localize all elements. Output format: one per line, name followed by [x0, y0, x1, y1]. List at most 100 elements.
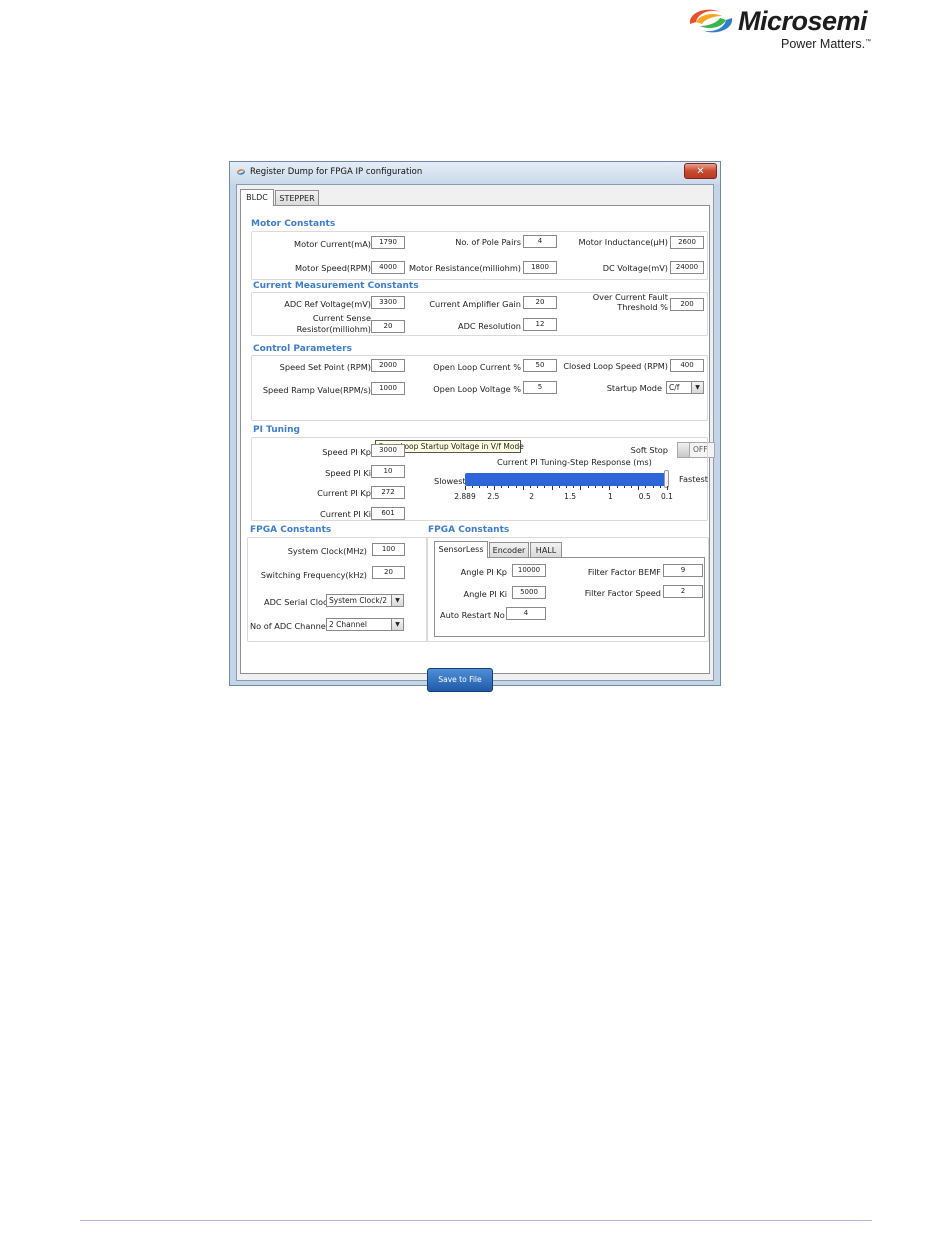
motor-speed-label: Motor Speed(RPM): [294, 263, 371, 273]
angle-ki-field[interactable]: 5000: [512, 586, 546, 599]
motor-resistance-label: Motor Resistance(milliohm): [408, 263, 521, 273]
open-loop-current-label: Open Loop Current %: [433, 362, 521, 372]
adc-resolution-field[interactable]: 12: [523, 318, 557, 331]
tab-stepper[interactable]: STEPPER: [275, 190, 319, 205]
slider-tick: [472, 486, 474, 488]
open-loop-current-field[interactable]: 50: [523, 359, 557, 372]
angle-kp-label: Angle PI Kp: [460, 567, 507, 577]
pole-pairs-field[interactable]: 4: [523, 235, 557, 248]
motor-current-label: Motor Current(mA): [294, 239, 371, 249]
filter-speed-field[interactable]: 2: [663, 585, 703, 598]
motor-inductance-field[interactable]: 2600: [670, 236, 704, 249]
motor-inductance-label: Motor Inductance(µH): [578, 237, 668, 247]
slider-tick: [616, 486, 618, 488]
slider-tick: [652, 486, 654, 488]
dc-voltage-label: DC Voltage(mV): [602, 263, 668, 273]
slider-tick: [551, 486, 553, 490]
chevron-down-icon[interactable]: ▼: [391, 595, 403, 606]
slider-title: Current PI Tuning-Step Response (ms): [497, 457, 652, 467]
slider-tick: [486, 486, 488, 488]
logo-wordmark: Microsemi: [738, 6, 868, 36]
adc-ref-voltage-field[interactable]: 3300: [371, 296, 405, 309]
angle-ki-label: Angle PI Ki: [463, 589, 507, 599]
current-kp-label: Current PI Kp: [317, 488, 371, 498]
save-to-file-button[interactable]: Save to File: [427, 668, 493, 692]
pi-tuning-slider-track[interactable]: [465, 473, 667, 486]
section-title-fpga-constants-left: FPGA Constants: [250, 525, 332, 535]
slider-tick: [609, 486, 611, 490]
slider-tick: [465, 486, 466, 490]
motor-resistance-field[interactable]: 1800: [523, 261, 557, 274]
slider-tick: [558, 486, 560, 488]
motor-current-field[interactable]: 1790: [371, 236, 405, 249]
speed-kp-field[interactable]: 3000: [371, 444, 405, 457]
slider-tick-label: 0.5: [638, 492, 651, 501]
footer-divider: [80, 1220, 872, 1221]
pole-pairs-label: No. of Pole Pairs: [455, 237, 521, 247]
speed-ki-field[interactable]: 10: [371, 465, 405, 478]
switching-frequency-label: Switching Frequency(kHz): [260, 570, 367, 580]
slider-fastest-label: Fastest: [679, 474, 708, 484]
closed-loop-speed-field[interactable]: 400: [670, 359, 704, 372]
chevron-down-icon[interactable]: ▼: [691, 382, 703, 393]
speed-ramp-label: Speed Ramp Value(RPM/s): [262, 385, 371, 395]
filter-speed-label: Filter Factor Speed: [584, 588, 661, 598]
slider-tick-label: 2: [529, 492, 535, 501]
adc-ref-voltage-label: ADC Ref Voltage(mV): [284, 299, 371, 309]
system-clock-field[interactable]: 100: [372, 543, 405, 556]
motor-speed-field[interactable]: 4000: [371, 261, 405, 274]
slider-tick: [667, 486, 668, 490]
sense-resistor-label-line2: Resistor(milliohm): [296, 324, 371, 334]
tab-sensorless[interactable]: SensorLess: [434, 541, 488, 558]
tab-bldc[interactable]: BLDC: [240, 189, 274, 206]
speed-ramp-field[interactable]: 1000: [371, 382, 405, 395]
slider-tick: [587, 486, 589, 488]
window-title: Register Dump for FPGA IP configuration: [250, 167, 423, 177]
overcurrent-label-line2: Threshold %: [617, 302, 668, 312]
slider-tick: [645, 486, 647, 488]
slider-tick: [537, 486, 539, 488]
tab-encoder[interactable]: Encoder: [489, 542, 529, 557]
adc-serial-clock-select[interactable]: System Clock/2 ▼: [326, 594, 404, 607]
slider-tick: [623, 486, 625, 488]
microsemi-swirl-icon: [689, 9, 733, 33]
dc-voltage-field[interactable]: 24000: [670, 261, 704, 274]
overcurrent-label-line1: Over Current Fault: [592, 292, 668, 302]
chevron-down-icon[interactable]: ▼: [391, 619, 403, 630]
auto-restart-field[interactable]: 4: [506, 607, 546, 620]
window-titlebar[interactable]: Register Dump for FPGA IP configuration …: [230, 162, 720, 184]
slider-tick: [602, 486, 604, 488]
slider-tick: [479, 486, 481, 488]
sense-resistor-field[interactable]: 20: [371, 320, 405, 333]
speed-set-point-field[interactable]: 2000: [371, 359, 405, 372]
section-title-control-parameters: Control Parameters: [253, 344, 352, 354]
slider-tick-label: 1: [608, 492, 613, 501]
tab-hall[interactable]: HALL: [530, 542, 562, 557]
slider-tick: [594, 486, 596, 488]
switching-frequency-field[interactable]: 20: [372, 566, 405, 579]
filter-bemf-field[interactable]: 9: [663, 564, 703, 577]
slider-tick: [522, 486, 524, 490]
adc-channels-select[interactable]: 2 Channel ▼: [326, 618, 404, 631]
startup-mode-select[interactable]: C/f ▼: [666, 381, 704, 394]
current-kp-field[interactable]: 272: [371, 486, 405, 499]
adc-serial-clock-label: ADC Serial Clock: [264, 597, 333, 607]
slider-tick: [515, 486, 517, 488]
current-ki-label: Current PI Ki: [320, 509, 371, 519]
slider-tick: [493, 486, 495, 490]
current-ki-field[interactable]: 601: [371, 507, 405, 520]
section-title-current-measurement: Current Measurement Constants: [253, 281, 419, 291]
window-client-area: BLDC STEPPER Motor Constants Motor Curre…: [236, 184, 715, 692]
sense-resistor-label-line1: Current Sense: [312, 313, 371, 323]
close-button[interactable]: ✕: [684, 163, 717, 179]
angle-kp-field[interactable]: 10000: [512, 564, 546, 577]
adc-channels-value: 2 Channel: [329, 620, 367, 629]
slider-tick-label: 0.1: [661, 492, 673, 501]
overcurrent-threshold-field[interactable]: 200: [670, 298, 704, 311]
amplifier-gain-label: Current Amplifier Gain: [429, 299, 521, 309]
open-loop-voltage-field[interactable]: 5: [523, 381, 557, 394]
amplifier-gain-field[interactable]: 20: [523, 296, 557, 309]
adc-resolution-label: ADC Resolution: [457, 321, 521, 331]
closed-loop-speed-label: Closed Loop Speed (RPM): [563, 361, 668, 371]
startup-mode-value: C/f: [669, 383, 680, 392]
